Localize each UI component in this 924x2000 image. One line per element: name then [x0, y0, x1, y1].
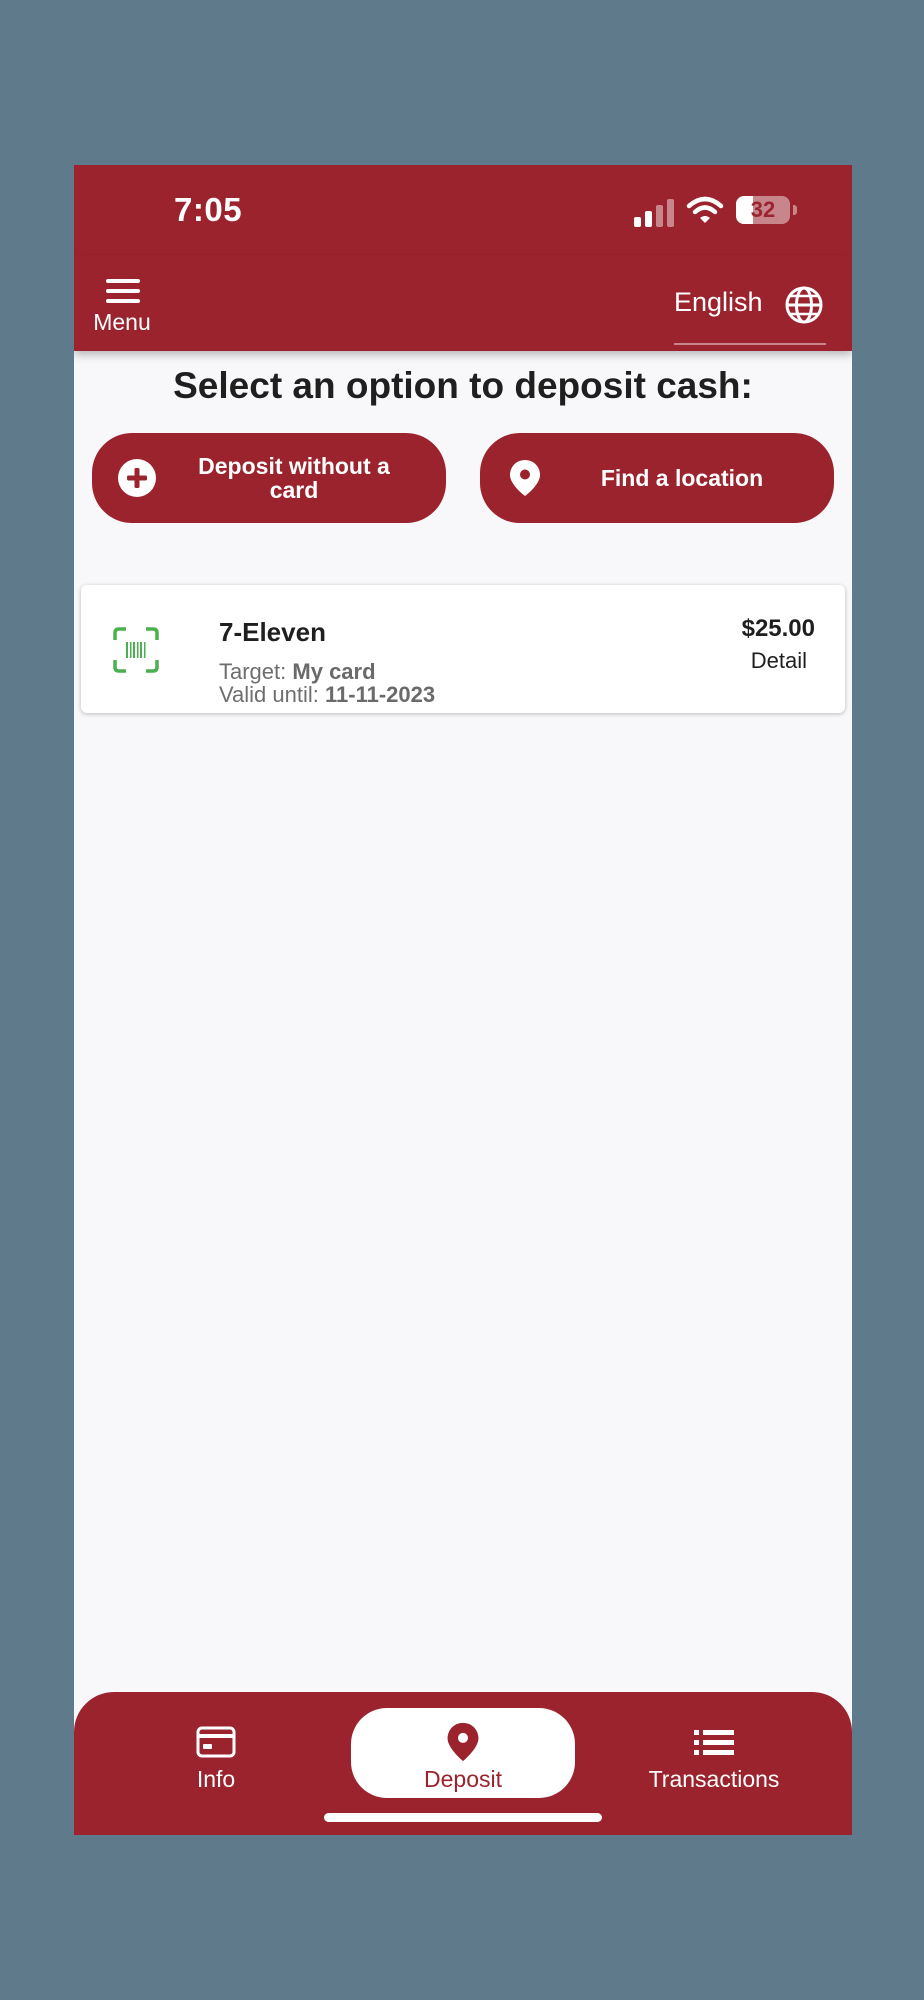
battery-indicator: 32 — [736, 196, 797, 224]
credit-card-icon — [196, 1726, 236, 1758]
nav-transactions[interactable]: Transactions — [634, 1692, 794, 1802]
valid-until-line: Valid until: 11-11-2023 — [219, 682, 435, 708]
cellular-signal-icon — [634, 199, 674, 227]
nav-info[interactable]: Info — [174, 1692, 258, 1802]
phone-screen: 7:05 32 Menu English Select an option to… — [74, 165, 852, 1835]
deposit-amount: $25.00 — [741, 615, 815, 642]
valid-until-label: Valid until: — [219, 682, 319, 707]
app-header: Menu English — [74, 255, 852, 351]
status-time: 7:05 — [174, 191, 243, 228]
find-location-button[interactable]: Find a location — [480, 433, 834, 523]
hamburger-menu-icon — [106, 279, 140, 303]
deposit-without-card-button[interactable]: Deposit without a card — [92, 433, 446, 523]
detail-link[interactable]: Detail — [751, 648, 807, 674]
battery-percentage: 32 — [750, 197, 776, 222]
barcode-scan-icon — [113, 627, 159, 673]
language-label: English — [674, 287, 763, 317]
find-location-label: Find a location — [600, 465, 764, 491]
valid-until-value: 11-11-2023 — [325, 682, 436, 707]
deposit-without-card-label: Deposit without a card — [198, 453, 390, 503]
wifi-icon — [686, 196, 724, 223]
list-icon — [694, 1730, 734, 1755]
menu-button[interactable]: Menu — [90, 277, 154, 341]
menu-label: Menu — [93, 309, 151, 335]
nav-deposit-label: Deposit — [424, 1766, 502, 1792]
home-indicator[interactable] — [324, 1813, 602, 1822]
globe-icon — [785, 286, 823, 324]
deposit-card[interactable]: 7-Eleven Target: My card Valid until: 11… — [81, 585, 845, 713]
location-pin-icon — [510, 460, 540, 496]
nav-info-label: Info — [196, 1766, 236, 1792]
target-value: My card — [292, 659, 376, 684]
page-title: Select an option to deposit cash: — [173, 365, 753, 406]
language-selector[interactable]: English — [674, 281, 826, 345]
store-name: 7-Eleven — [219, 617, 326, 647]
target-label: Target: — [219, 659, 287, 684]
status-bar: 7:05 32 — [74, 165, 852, 255]
nav-transactions-label: Transactions — [648, 1766, 780, 1792]
nav-deposit[interactable]: Deposit — [351, 1708, 575, 1798]
map-pin-icon — [447, 1722, 479, 1762]
plus-circle-icon — [118, 459, 156, 497]
